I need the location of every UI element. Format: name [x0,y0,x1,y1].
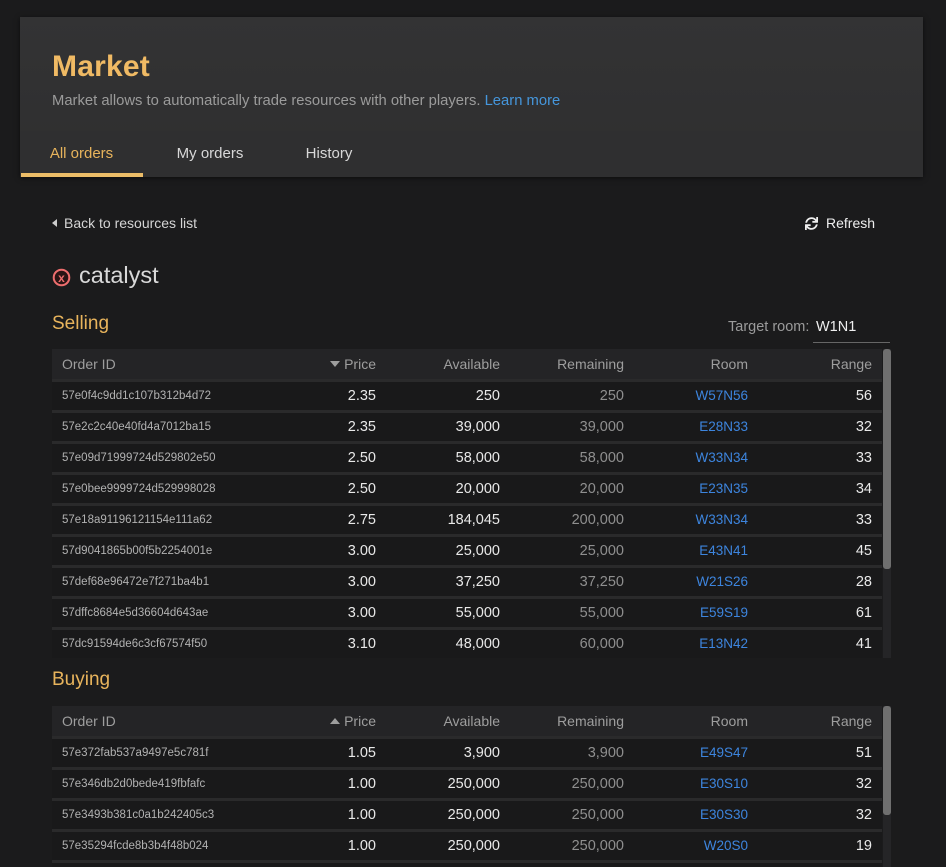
svg-text:x: x [58,271,65,285]
